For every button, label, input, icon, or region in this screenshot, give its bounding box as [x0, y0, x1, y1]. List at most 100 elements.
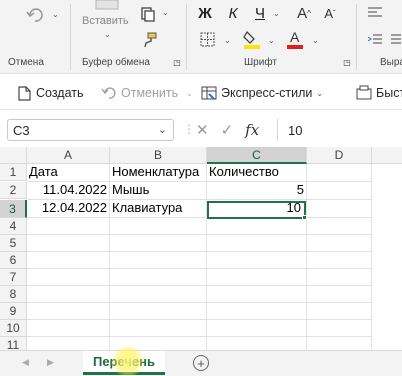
cell-a1[interactable]: Дата [27, 164, 110, 182]
row-header-10[interactable]: 10 [0, 320, 27, 337]
column-header-e[interactable] [372, 147, 402, 164]
cell-a9[interactable] [27, 303, 110, 320]
scroll-tabs-left-icon[interactable]: ◀ [22, 357, 29, 368]
borders-icon[interactable] [198, 30, 216, 48]
fill-handle[interactable] [302, 215, 307, 220]
cell-b9[interactable] [110, 303, 207, 320]
dialog-launcher-icon[interactable]: ◳ [342, 57, 352, 67]
cell-a10[interactable] [27, 320, 110, 337]
cell-a6[interactable] [27, 252, 110, 269]
cell-d4[interactable] [307, 218, 372, 235]
cell-d2[interactable] [307, 182, 372, 200]
row-header-1[interactable]: 1 [0, 164, 27, 181]
cell-a7[interactable] [27, 269, 110, 286]
column-header-d[interactable]: D [307, 147, 372, 164]
select-all-button[interactable] [0, 147, 27, 164]
column-header-b[interactable]: B [110, 147, 207, 164]
copy-dropdown-icon[interactable]: ⌄ [162, 8, 169, 17]
copy-icon[interactable] [138, 4, 158, 24]
cell-c6[interactable] [207, 252, 307, 269]
column-header-c[interactable]: C [207, 147, 307, 164]
cell-a3[interactable]: 12.04.2022 [27, 200, 110, 218]
cell-b4[interactable] [110, 218, 207, 235]
row-header-11[interactable]: 11 [0, 337, 27, 350]
cell-styles-button[interactable]: Экспресс-стили ⌄ [201, 84, 323, 102]
underline-dropdown-icon[interactable]: ⌄ [273, 9, 280, 18]
format-painter-icon[interactable] [140, 30, 160, 50]
formula-input[interactable]: 10 [277, 119, 402, 141]
formula-bar-splitter-icon[interactable]: ⋮ [183, 122, 195, 136]
paste-dropdown-icon[interactable]: ⌄ [104, 30, 111, 39]
scroll-tabs-right-icon[interactable]: ▶ [47, 357, 54, 368]
cell-c9[interactable] [207, 303, 307, 320]
cell-styles-dropdown-icon[interactable]: ⌄ [316, 89, 323, 98]
cell-c11[interactable] [207, 337, 307, 350]
column-header-a[interactable]: A [27, 147, 110, 164]
cell-a5[interactable] [27, 235, 110, 252]
cell-d6[interactable] [307, 252, 372, 269]
dialog-launcher-icon[interactable]: ◳ [172, 57, 182, 67]
shrink-font-button[interactable]: Aˇ [322, 3, 338, 23]
cell-d3[interactable] [307, 200, 372, 218]
row-header-3[interactable]: 3 [0, 200, 27, 218]
align-left-icon[interactable] [366, 5, 384, 21]
undo-changes-dropdown-icon[interactable]: ⌄ [186, 89, 193, 98]
cell-d1[interactable] [307, 164, 372, 182]
cell-a4[interactable] [27, 218, 110, 235]
cell-b6[interactable] [110, 252, 207, 269]
row-header-9[interactable]: 9 [0, 303, 27, 320]
cell-c4[interactable] [207, 218, 307, 235]
cell-c5[interactable] [207, 235, 307, 252]
cell-c1[interactable]: Количество [207, 164, 307, 182]
row-header-6[interactable]: 6 [0, 252, 27, 269]
row-header-7[interactable]: 7 [0, 269, 27, 286]
cell-d5[interactable] [307, 235, 372, 252]
underline-button[interactable]: Ч [253, 3, 267, 23]
name-box-dropdown-icon[interactable]: ⌄ [158, 123, 167, 136]
cell-d9[interactable] [307, 303, 372, 320]
cell-c10[interactable] [207, 320, 307, 337]
bold-button[interactable]: Ж [197, 3, 213, 23]
insert-function-button[interactable]: fx [245, 121, 259, 139]
cell-d7[interactable] [307, 269, 372, 286]
row-header-4[interactable]: 4 [0, 218, 27, 235]
cell-b7[interactable] [110, 269, 207, 286]
indent-more-icon[interactable] [390, 32, 402, 48]
cell-b11[interactable] [110, 337, 207, 350]
cell-b5[interactable] [110, 235, 207, 252]
undo-dropdown-icon[interactable]: ⌄ [52, 10, 59, 19]
cell-d11[interactable] [307, 337, 372, 350]
cell-b1[interactable]: Номенклатура [110, 164, 207, 182]
cell-c8[interactable] [207, 286, 307, 303]
undo-icon[interactable] [22, 5, 48, 25]
cell-b8[interactable] [110, 286, 207, 303]
row-header-5[interactable]: 5 [0, 235, 27, 252]
fill-color-icon[interactable] [242, 28, 262, 50]
row-header-2[interactable]: 2 [0, 182, 27, 199]
cell-a11[interactable] [27, 337, 110, 350]
quick-analysis-button[interactable]: Быстрая [356, 84, 402, 102]
indent-icon[interactable] [366, 32, 384, 48]
cell-a2[interactable]: 11.04.2022 [27, 182, 110, 200]
cell-b2[interactable]: Мышь [110, 182, 207, 200]
worksheet-grid[interactable]: A B C D 1 2 3 4 5 6 7 8 9 10 11 Дата Ном… [0, 147, 402, 350]
fill-color-dropdown-icon[interactable]: ⌄ [268, 36, 275, 45]
sheet-tab-active[interactable]: Перечень [83, 351, 165, 375]
paste-button[interactable]: Вставить [82, 15, 129, 27]
cancel-icon[interactable]: ✕ [196, 121, 209, 139]
cell-b3[interactable]: Клавиатура [110, 200, 207, 218]
paste-icon[interactable] [92, 0, 122, 10]
create-button[interactable]: Создать [16, 84, 84, 102]
undo-changes-button[interactable]: Отменить ⌄ [101, 84, 193, 102]
cell-b10[interactable] [110, 320, 207, 337]
cell-c7[interactable] [207, 269, 307, 286]
confirm-icon[interactable]: ✓ [221, 121, 234, 139]
row-header-8[interactable]: 8 [0, 286, 27, 303]
italic-button[interactable]: К [226, 3, 240, 23]
cell-a8[interactable] [27, 286, 110, 303]
add-sheet-button[interactable]: + [193, 355, 209, 371]
cell-c3[interactable]: 10 [207, 200, 307, 218]
grow-font-button[interactable]: A ^ [296, 3, 312, 23]
cell-c2[interactable]: 5 [207, 182, 307, 200]
cell-d10[interactable] [307, 320, 372, 337]
